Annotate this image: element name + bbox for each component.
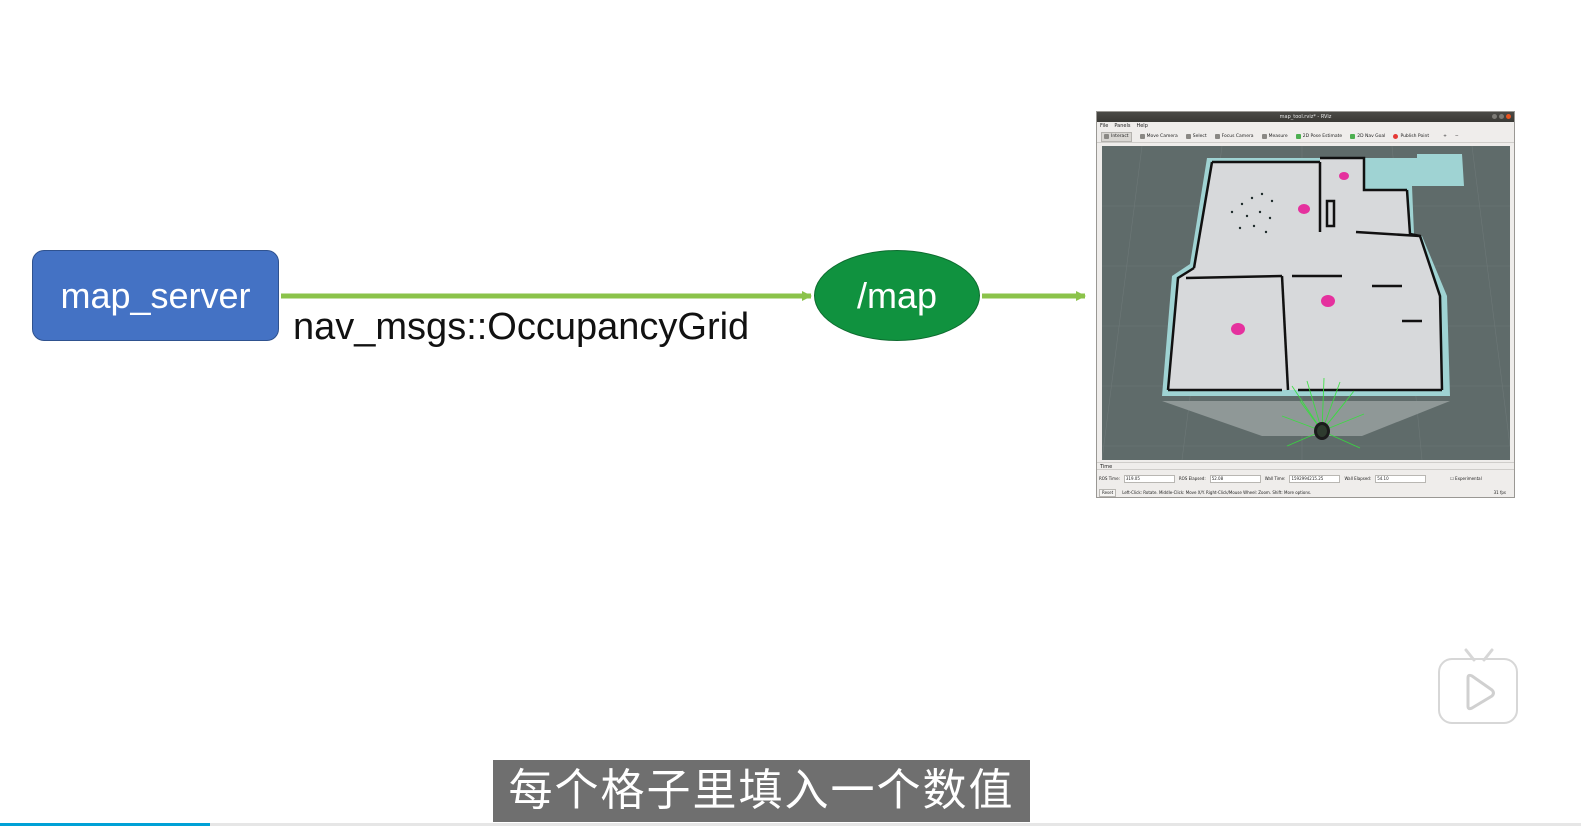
- tool-2d-nav-goal[interactable]: 2D Nav Goal: [1350, 131, 1385, 142]
- play-button[interactable]: [1438, 648, 1518, 724]
- ros-elapsed-field[interactable]: 52.08: [1209, 474, 1261, 483]
- rviz-statusbar: Reset Left-Click: Rotate. Middle-Click: …: [1099, 488, 1514, 497]
- menu-help[interactable]: Help: [1136, 122, 1147, 131]
- wall-time-field[interactable]: 1592994215.25: [1289, 474, 1341, 483]
- video-progress-fill: [0, 823, 211, 826]
- map-server-node: map_server: [32, 250, 279, 341]
- tool-measure[interactable]: Measure: [1261, 131, 1288, 142]
- nav-goal-icon: [1350, 134, 1356, 139]
- experimental-checkbox[interactable]: ☐ Experimental: [1450, 474, 1482, 483]
- rviz-menubar: File Panels Help: [1097, 122, 1514, 131]
- focus-camera-icon: [1214, 134, 1220, 139]
- occupancy-map-render: [1102, 146, 1510, 460]
- menu-file[interactable]: File: [1100, 122, 1108, 131]
- video-subtitle: 每个格子里填入一个数值: [493, 760, 1030, 822]
- publish-point-icon: [1393, 134, 1399, 139]
- menu-panels[interactable]: Panels: [1114, 122, 1130, 131]
- reset-button[interactable]: Reset: [1099, 488, 1117, 497]
- select-icon: [1185, 134, 1191, 139]
- tool-add[interactable]: +: [1443, 131, 1447, 142]
- rviz-window: map_tool.rviz* - RViz File Panels Help I…: [1096, 111, 1515, 498]
- tool-publish-point[interactable]: Publish Point: [1393, 131, 1429, 142]
- tool-focus-camera[interactable]: Focus Camera: [1214, 131, 1254, 142]
- play-icon: [1466, 673, 1495, 711]
- wall-elapsed-field[interactable]: 54.10: [1375, 474, 1427, 483]
- rviz-window-title: map_tool.rviz* - RViz: [1279, 114, 1332, 120]
- tool-2d-pose-estimate[interactable]: 2D Pose Estimate: [1295, 131, 1342, 142]
- time-panel-row: ROS Time: 319.05 ROS Elapsed: 52.08 Wall…: [1099, 474, 1514, 483]
- tool-interact[interactable]: Interact: [1101, 131, 1132, 142]
- ros-time-label: ROS Time:: [1099, 476, 1120, 481]
- fps-readout: 31 fps: [1493, 490, 1506, 495]
- rviz-toolbar: Interact Move Camera Select Focus Camera…: [1097, 131, 1514, 143]
- move-camera-icon: [1139, 134, 1145, 139]
- rviz-titlebar: map_tool.rviz* - RViz: [1097, 112, 1514, 122]
- minimize-icon[interactable]: [1492, 114, 1497, 119]
- wall-elapsed-label: Wall Elapsed:: [1344, 476, 1372, 481]
- measure-icon: [1261, 134, 1267, 139]
- close-icon[interactable]: [1506, 114, 1511, 119]
- tool-move-camera[interactable]: Move Camera: [1139, 131, 1178, 142]
- rviz-3d-view[interactable]: [1102, 146, 1510, 460]
- video-progress-bar[interactable]: [0, 823, 1581, 826]
- status-hint: Left-Click: Rotate. Middle-Click: Move X…: [1122, 490, 1312, 495]
- time-panel-header: Time: [1097, 462, 1514, 470]
- map-topic-node: /map: [814, 250, 980, 341]
- tv-antenna-icon: [1464, 648, 1494, 662]
- pose-estimate-icon: [1295, 134, 1301, 139]
- time-panel-title: Time: [1100, 464, 1113, 470]
- message-type-label: nav_msgs::OccupancyGrid: [293, 306, 750, 348]
- ros-time-field[interactable]: 319.05: [1123, 474, 1175, 483]
- window-controls: [1492, 114, 1511, 119]
- tool-remove[interactable]: −: [1455, 131, 1459, 142]
- ros-elapsed-label: ROS Elapsed:: [1178, 476, 1206, 481]
- maximize-icon[interactable]: [1499, 114, 1504, 119]
- interact-icon: [1104, 134, 1109, 139]
- wall-time-label: Wall Time:: [1264, 476, 1286, 481]
- tool-select[interactable]: Select: [1185, 131, 1207, 142]
